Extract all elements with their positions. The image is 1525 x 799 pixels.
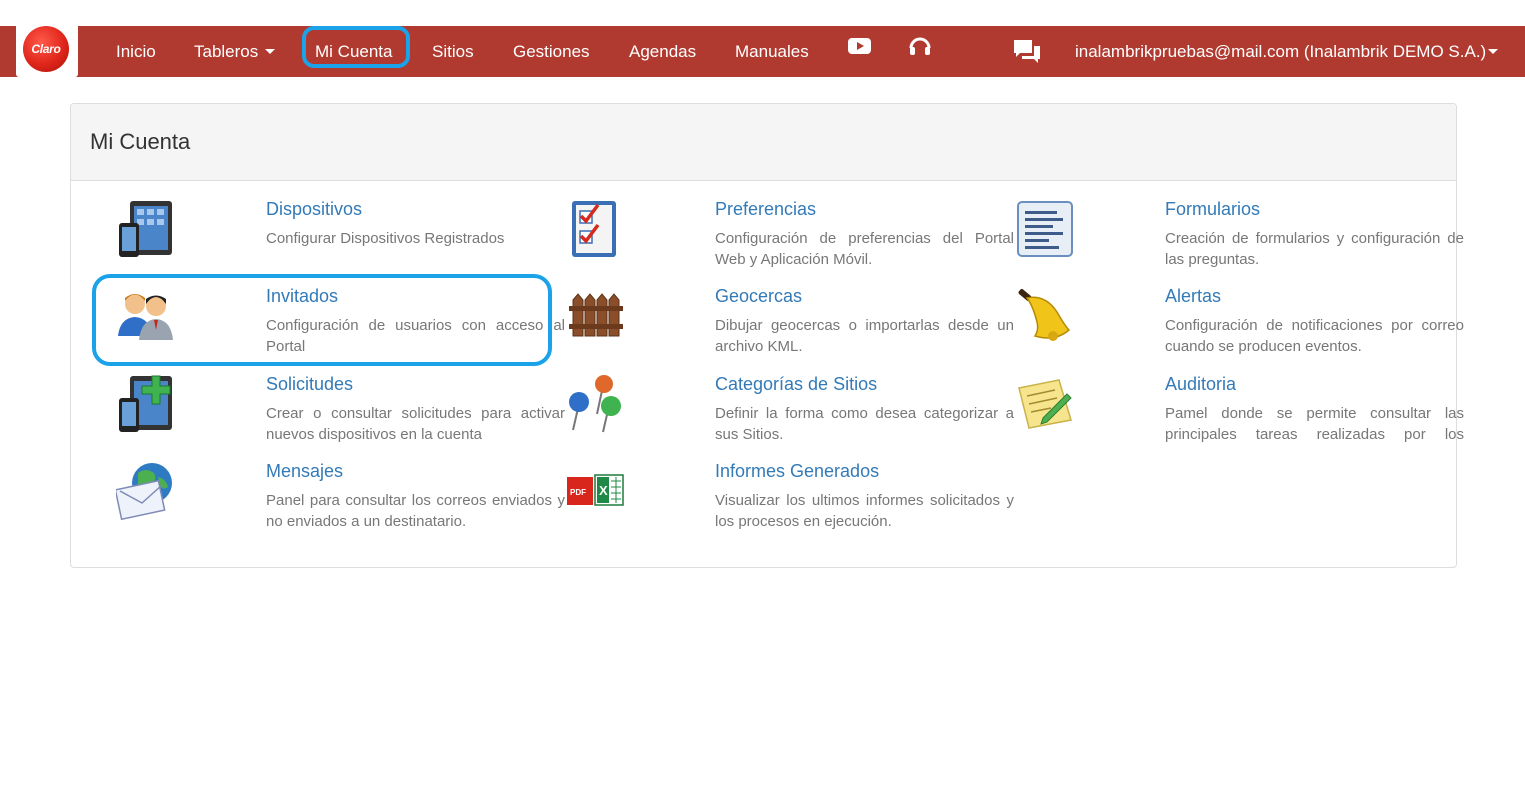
page-title: Mi Cuenta xyxy=(90,129,191,154)
top-navbar: Claro Inicio Tableros Mi Cuenta Sitios G… xyxy=(0,26,1525,77)
fence-icon[interactable] xyxy=(565,286,625,346)
formularios-desc: Creación de formularios y configuración … xyxy=(1165,230,1464,268)
nav-agendas[interactable]: Agendas xyxy=(629,26,696,77)
invitados-desc: Configuración de usuarios con acceso al … xyxy=(266,317,565,355)
item-categorias-sitios: Categorías de Sitios Definir la forma co… xyxy=(565,374,1015,454)
checklist-icon[interactable] xyxy=(565,199,625,259)
auditoria-link[interactable]: Auditoria xyxy=(1165,374,1236,395)
formularios-link[interactable]: Formularios xyxy=(1165,199,1260,220)
nav-sitios[interactable]: Sitios xyxy=(432,26,474,77)
item-alertas: Alertas Configuración de notificaciones … xyxy=(1015,286,1465,366)
pins-icon[interactable] xyxy=(565,374,625,434)
bell-icon[interactable] xyxy=(1015,286,1075,346)
mensajes-link[interactable]: Mensajes xyxy=(266,461,343,482)
nav-manuales[interactable]: Manuales xyxy=(735,26,809,77)
users-icon[interactable] xyxy=(116,286,176,346)
nav-inicio[interactable]: Inicio xyxy=(116,26,156,77)
item-geocercas: Geocercas Dibujar geocercas o importarla… xyxy=(565,286,1015,366)
categorias-sitios-desc: Definir la forma como desea categorizar … xyxy=(715,405,1014,443)
caret-down-icon xyxy=(265,49,276,54)
item-auditoria: Auditoria Pamel donde se permite consult… xyxy=(1015,374,1465,454)
mensajes-desc: Panel para consultar los correos enviado… xyxy=(266,492,565,530)
dispositivos-link[interactable]: Dispositivos xyxy=(266,199,362,220)
preferencias-desc: Configuración de preferencias del Portal… xyxy=(715,230,1014,268)
panel-heading: Mi Cuenta xyxy=(71,104,1456,181)
caret-down-icon xyxy=(1488,49,1499,54)
item-mensajes: Mensajes Panel para consultar los correo… xyxy=(114,461,566,541)
mi-cuenta-panel: Mi Cuenta Dispositivos Configurar Dispos… xyxy=(70,103,1464,568)
solicitudes-desc: Crear o consultar solicitudes para activ… xyxy=(266,405,565,443)
form-icon[interactable] xyxy=(1015,199,1075,259)
preferencias-link[interactable]: Preferencias xyxy=(715,199,816,220)
chat-icon[interactable] xyxy=(1013,26,1041,77)
invitados-link[interactable]: Invitados xyxy=(266,286,338,307)
nav-gestiones[interactable]: Gestiones xyxy=(513,26,590,77)
informes-generados-link[interactable]: Informes Generados xyxy=(715,461,879,482)
item-informes-generados: PDF X Informes Generados Visualizar los … xyxy=(565,461,1015,541)
nav-mi-cuenta[interactable]: Mi Cuenta xyxy=(315,26,392,77)
user-menu[interactable]: inalambrikpruebas@mail.com (Inalambrik D… xyxy=(1075,26,1499,77)
mail-icon[interactable] xyxy=(114,461,176,521)
brand-logo[interactable]: Claro xyxy=(16,26,78,77)
informes-generados-desc: Visualizar los ultimos informes solicita… xyxy=(715,492,1014,530)
dispositivos-desc: Configurar Dispositivos Registrados xyxy=(266,230,505,247)
claro-logo-icon: Claro xyxy=(23,26,69,72)
item-invitados: Invitados Configuración de usuarios con … xyxy=(116,286,566,366)
geocercas-link[interactable]: Geocercas xyxy=(715,286,802,307)
svg-text:X: X xyxy=(599,483,608,498)
item-dispositivos: Dispositivos Configurar Dispositivos Reg… xyxy=(116,199,566,279)
svg-text:PDF: PDF xyxy=(570,488,586,497)
alertas-link[interactable]: Alertas xyxy=(1165,286,1221,307)
auditoria-desc: Pamel donde se permite consultar las pri… xyxy=(1165,405,1464,443)
alertas-desc: Configuración de notificaciones por corr… xyxy=(1165,317,1464,355)
add-device-icon[interactable] xyxy=(116,374,176,434)
item-formularios: Formularios Creación de formularios y co… xyxy=(1015,199,1465,279)
youtube-icon[interactable] xyxy=(848,20,871,71)
audit-icon[interactable] xyxy=(1015,374,1075,434)
headset-icon[interactable] xyxy=(908,20,932,71)
nav-tableros[interactable]: Tableros xyxy=(194,26,276,77)
item-solicitudes: Solicitudes Crear o consultar solicitude… xyxy=(116,374,566,454)
devices-icon[interactable] xyxy=(116,199,176,259)
categorias-sitios-link[interactable]: Categorías de Sitios xyxy=(715,374,877,395)
item-preferencias: Preferencias Configuración de preferenci… xyxy=(565,199,1015,279)
geocercas-desc: Dibujar geocercas o importarlas desde un… xyxy=(715,317,1014,355)
reports-icon[interactable]: PDF X xyxy=(565,461,625,521)
solicitudes-link[interactable]: Solicitudes xyxy=(266,374,353,395)
